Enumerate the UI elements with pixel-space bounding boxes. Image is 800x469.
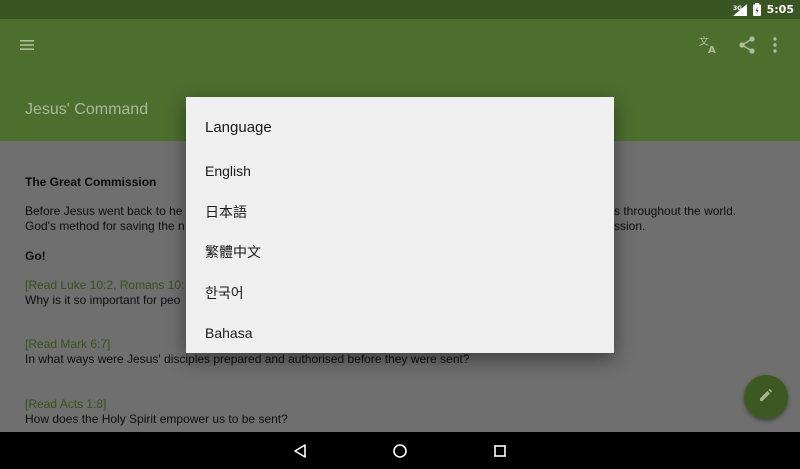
back-icon[interactable] xyxy=(290,441,310,461)
language-option-traditional-chinese[interactable]: 繁體中文 xyxy=(186,232,614,272)
paragraph-line-1-start: Before Jesus went back to he xyxy=(25,204,183,218)
dialog-title: Language xyxy=(205,119,272,136)
paragraph-line-2-end: ssion. xyxy=(614,219,646,233)
battery-icon xyxy=(752,3,761,16)
question-1: Why is it so important for peo xyxy=(25,293,181,307)
question-3: How does the Holy Spirit empower us to b… xyxy=(25,412,288,426)
share-icon[interactable] xyxy=(736,34,758,56)
scripture-reference-3[interactable]: [Read Acts 1:8] xyxy=(25,397,106,411)
more-vert-icon[interactable] xyxy=(764,34,786,56)
translate-icon[interactable]: 文A xyxy=(698,34,720,56)
language-option-bahasa[interactable]: Bahasa xyxy=(186,313,614,353)
clock: 5:05 xyxy=(766,3,794,16)
page-title: Jesus' Command xyxy=(25,101,149,118)
svg-text:3G: 3G xyxy=(733,5,742,12)
go-heading: Go! xyxy=(25,249,46,263)
section-heading: The Great Commission xyxy=(25,175,157,189)
edit-fab[interactable] xyxy=(744,375,788,419)
scripture-reference-2[interactable]: [Read Mark 6:7] xyxy=(25,337,110,351)
language-option-english[interactable]: English xyxy=(186,151,614,191)
status-icons: 3G 5:05 xyxy=(732,2,794,17)
system-nav-bar xyxy=(0,432,800,469)
recents-icon[interactable] xyxy=(490,441,510,461)
home-icon[interactable] xyxy=(390,441,410,461)
status-bar: 3G 5:05 xyxy=(0,0,800,19)
paragraph-line-2-start: God's method for saving the n xyxy=(25,219,185,233)
language-option-japanese[interactable]: 日本語 xyxy=(186,192,614,232)
signal-icon: 3G xyxy=(732,3,747,16)
menu-icon[interactable] xyxy=(18,35,38,55)
scripture-reference-1[interactable]: [Read Luke 10:2, Romans 10: xyxy=(25,278,184,292)
edit-icon xyxy=(757,386,775,408)
language-dialog: Language English 日本語 繁體中文 한국어 Bahasa xyxy=(186,97,614,353)
svg-text:A: A xyxy=(708,45,716,56)
paragraph-line-1-end: s throughout the world. xyxy=(614,204,737,218)
question-2: In what ways were Jesus' disciples prepa… xyxy=(25,352,470,366)
language-option-korean[interactable]: 한국어 xyxy=(186,273,614,313)
